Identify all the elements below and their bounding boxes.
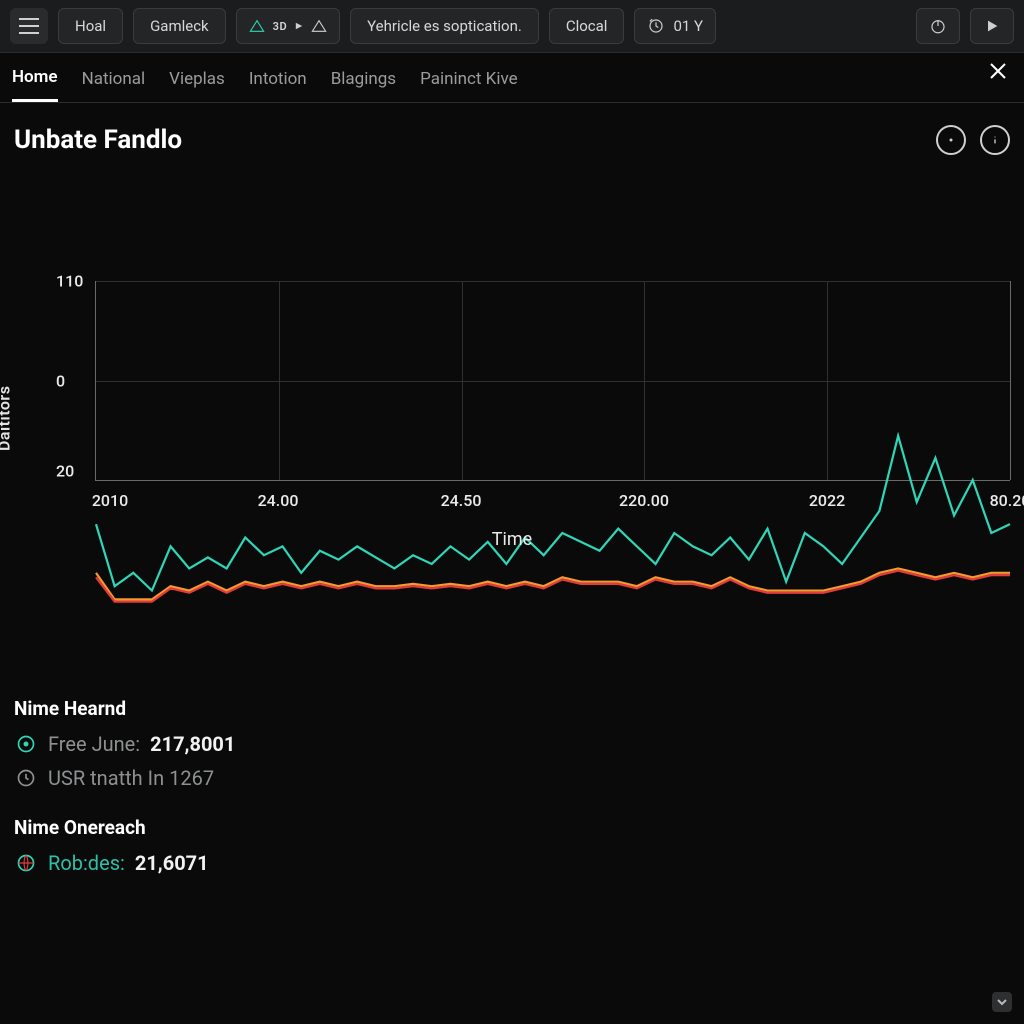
tab-intotion[interactable]: Intotion bbox=[249, 69, 307, 101]
stats-heading-2: Nime Onereach bbox=[14, 816, 1010, 839]
chart-x-tick: 2010 bbox=[92, 491, 128, 510]
chart-y-tick: 0 bbox=[56, 372, 65, 391]
title-action-info[interactable] bbox=[980, 125, 1010, 155]
chart-y-axis-label: Daititors bbox=[0, 386, 14, 451]
chart-y-tick: 20 bbox=[56, 462, 74, 481]
tab-national[interactable]: National bbox=[82, 69, 146, 101]
tab-blagings[interactable]: Blagings bbox=[331, 69, 396, 101]
toolbar-clocal-button[interactable]: Clocal bbox=[549, 8, 625, 44]
chart-x-tick: 24.00 bbox=[258, 491, 299, 510]
chevron-down-icon bbox=[997, 997, 1007, 1007]
chart-y-tick: 110 bbox=[56, 272, 83, 291]
dot-icon bbox=[945, 134, 957, 146]
tab-bar: Home National Vieplas Intotion Blagings … bbox=[0, 53, 1024, 103]
play-icon bbox=[984, 18, 1000, 34]
stat-label: Rob:des: bbox=[48, 851, 125, 875]
info-icon bbox=[987, 132, 1003, 148]
title-action-target[interactable] bbox=[936, 125, 966, 155]
toolbar-time-button[interactable]: 01 Y bbox=[634, 8, 716, 44]
chart-x-tick: 24.50 bbox=[441, 491, 482, 510]
power-icon bbox=[929, 17, 947, 35]
play-button[interactable] bbox=[970, 8, 1014, 44]
warning-triangle-outline-icon bbox=[311, 19, 327, 33]
tab-paininct[interactable]: Paininct Kive bbox=[420, 69, 518, 101]
stat-value: 21,6071 bbox=[135, 851, 209, 875]
play-small-icon bbox=[295, 21, 303, 31]
tab-vieplas[interactable]: Vieplas bbox=[169, 69, 225, 101]
chart-x-tick: 80.20 bbox=[990, 491, 1024, 510]
close-icon bbox=[986, 59, 1010, 83]
toolbar-indicator-group[interactable]: 3D bbox=[236, 8, 340, 44]
stat-label: Free June: bbox=[48, 732, 140, 756]
chart-x-axis-label: Time bbox=[492, 529, 532, 550]
clock-icon bbox=[14, 766, 38, 790]
toolbar-hoal-button[interactable]: Hoal bbox=[58, 8, 123, 44]
coin-icon bbox=[14, 732, 38, 756]
chart-plot-area[interactable] bbox=[95, 281, 1010, 481]
toolbar-gamleck-button[interactable]: Gamleck bbox=[133, 8, 226, 44]
clock-refresh-icon bbox=[647, 17, 665, 35]
globe-icon bbox=[14, 851, 38, 875]
page-title: Unbate Fandlo bbox=[14, 125, 182, 155]
stat-row-robdes: Rob:des: 21,6071 bbox=[14, 851, 1010, 875]
top-toolbar: Hoal Gamleck 3D Yehricle es soptication.… bbox=[0, 0, 1024, 53]
stat-text: USR tnatth In 1267 bbox=[48, 766, 214, 790]
toolbar-vehicle-button[interactable]: Yehricle es soptication. bbox=[350, 8, 539, 44]
stats-heading-1: Nime Hearnd bbox=[14, 697, 1010, 720]
chart-x-tick: 220.00 bbox=[619, 491, 669, 510]
close-button[interactable] bbox=[986, 59, 1010, 87]
stats-section: Nime Hearnd Free June: 217,8001 USR tnat… bbox=[0, 631, 1024, 875]
menu-hamburger-icon[interactable] bbox=[10, 8, 48, 44]
stat-value: 217,8001 bbox=[150, 732, 235, 756]
indicator-3d-label: 3D bbox=[273, 20, 287, 33]
chart-series-teal bbox=[96, 436, 1010, 591]
chart-container: Daititors 110 0 20 2010 24.00 24.50 220.… bbox=[0, 271, 1024, 631]
stat-row-usr: USR tnatth In 1267 bbox=[14, 766, 1010, 790]
title-row: Unbate Fandlo bbox=[0, 103, 1024, 161]
chart-x-tick: 2022 bbox=[809, 491, 845, 510]
collapse-corner-button[interactable] bbox=[992, 992, 1012, 1012]
tab-home[interactable]: Home bbox=[12, 67, 58, 102]
toolbar-time-label: 01 Y bbox=[673, 17, 703, 35]
stat-row-free-june: Free June: 217,8001 bbox=[14, 732, 1010, 756]
warning-triangle-icon bbox=[249, 19, 265, 33]
power-button[interactable] bbox=[916, 8, 960, 44]
